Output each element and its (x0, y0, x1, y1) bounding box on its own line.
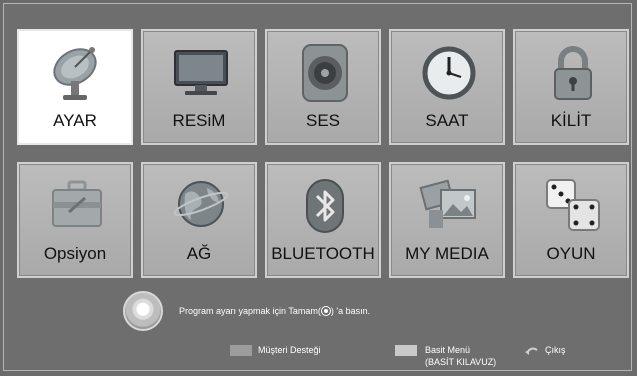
simple-menu-label: Basit Menü (425, 345, 471, 355)
exit-label: Çıkış (545, 345, 566, 355)
tile-label: SES (305, 111, 341, 130)
color-key-swatch (395, 345, 417, 356)
tile-oyun[interactable]: OYUN (513, 162, 629, 278)
dice-icon (546, 179, 600, 231)
back-arrow-icon (525, 347, 538, 355)
hint-text: Program ayarı yapmak için Tamam( ) 'a bas… (179, 306, 370, 316)
satellite-dish-icon (53, 47, 97, 100)
tile-opsiyon[interactable]: Opsiyon (17, 162, 133, 278)
tile-my-media[interactable]: MY MEDIA (389, 162, 505, 278)
tile-label: AYAR (53, 111, 97, 130)
toolbox-icon (52, 180, 102, 227)
tile-bluetooth[interactable]: BLUETOOTH (265, 162, 381, 278)
tile-label: KİLİT (550, 111, 592, 130)
tile-ag[interactable]: AĞ (141, 162, 257, 278)
tv-icon (174, 50, 228, 95)
globe-icon (173, 181, 229, 227)
dpad-icon (123, 291, 163, 331)
color-key-swatch (230, 345, 252, 356)
tile-label: SAAT (425, 111, 469, 130)
tile-label: RESiM (172, 111, 226, 130)
tile-label: MY MEDIA (405, 244, 489, 263)
speaker-icon (302, 44, 348, 102)
support-label: Müşteri Desteği (258, 345, 321, 355)
tile-resim[interactable]: RESiM (141, 29, 257, 145)
tile-label: BLUETOOTH (271, 244, 375, 263)
bluetooth-icon (306, 179, 344, 233)
simple-menu-sublabel: (BASİT KILAVUZ) (425, 357, 497, 367)
tile-ses[interactable]: SES (265, 29, 381, 145)
hint-text-before: Program ayarı yapmak için Tamam( (179, 306, 321, 316)
hint-text-after: ) 'a basın. (330, 306, 371, 316)
padlock-icon (554, 46, 592, 100)
tile-kilit[interactable]: KİLİT (513, 29, 629, 145)
clock-icon (422, 46, 476, 100)
media-photos-icon (419, 179, 476, 228)
tile-saat[interactable]: SAAT (389, 29, 505, 145)
tile-label: OYUN (546, 244, 596, 263)
tile-label: Opsiyon (43, 244, 107, 263)
tile-label: AĞ (186, 244, 212, 263)
tile-ayar[interactable]: AYAR (17, 29, 133, 145)
ok-button-icon (320, 306, 331, 316)
